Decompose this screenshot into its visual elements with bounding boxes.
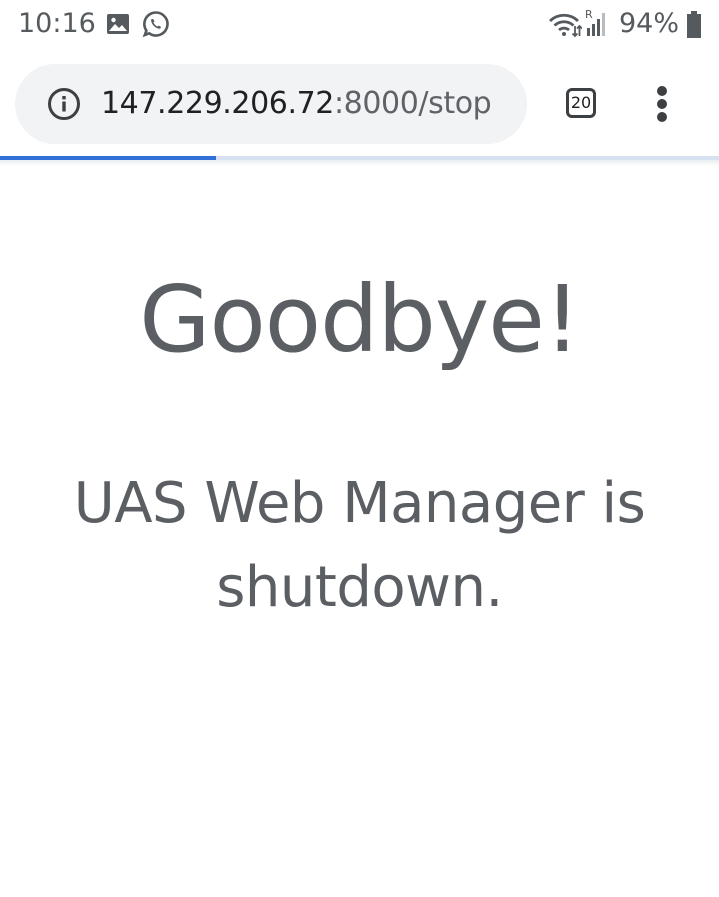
browser-toolbar: 147.229.206.72:8000/stop 20 xyxy=(0,52,719,156)
page-heading: Goodbye! xyxy=(139,266,581,373)
shutdown-message: UAS Web Manager is shutdown. xyxy=(73,471,646,620)
url-path: :8000/stop xyxy=(333,86,492,121)
image-icon xyxy=(106,12,130,41)
page-content: Goodbye! UAS Web Manager is shutdown. xyxy=(0,166,719,897)
status-bar: 10:16 R 94% xyxy=(0,0,719,52)
address-bar[interactable]: 147.229.206.72:8000/stop xyxy=(15,64,527,144)
roaming-indicator: R xyxy=(585,8,593,21)
battery-percent: 94% xyxy=(618,8,679,39)
whatsapp-icon xyxy=(142,10,170,43)
status-time: 10:16 xyxy=(18,8,96,39)
url-text[interactable]: 147.229.206.72:8000/stop xyxy=(101,86,492,121)
battery-icon xyxy=(686,11,702,44)
info-icon[interactable] xyxy=(47,87,81,126)
tab-count: 20 xyxy=(570,93,592,112)
url-host: 147.229.206.72 xyxy=(101,86,334,121)
wifi-icon xyxy=(548,12,583,43)
tab-switcher-button[interactable]: 20 xyxy=(566,88,596,118)
more-options-icon[interactable] xyxy=(652,86,674,122)
signal-icon: R xyxy=(584,8,610,43)
